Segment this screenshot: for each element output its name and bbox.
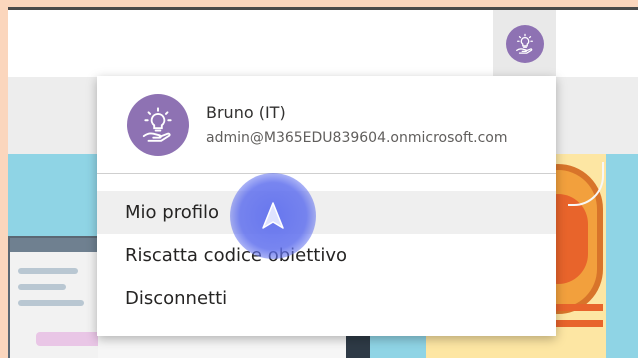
cursor-highlight	[230, 173, 316, 259]
user-avatar	[505, 24, 544, 63]
account-menu: Mio profilo Riscatta codice obiettivo Di…	[97, 191, 556, 320]
user-avatar-large	[127, 94, 189, 156]
account-dropdown: Bruno (IT) admin@M365EDU839604.onmicroso…	[97, 76, 556, 336]
account-manager-button[interactable]	[493, 10, 556, 77]
menu-item-my-profile[interactable]: Mio profilo	[97, 191, 556, 234]
account-display-name: Bruno (IT)	[206, 103, 286, 122]
menu-item-sign-out[interactable]: Disconnetti	[97, 277, 556, 320]
illustration-stripe	[553, 320, 603, 327]
top-header	[8, 10, 638, 77]
account-email: admin@M365EDU839604.onmicrosoft.com	[206, 130, 508, 146]
lightbulb-hand-icon	[515, 33, 533, 54]
window-frame	[0, 0, 638, 7]
lightbulb-hand-icon	[142, 107, 172, 142]
account-info: Bruno (IT) admin@M365EDU839604.onmicroso…	[97, 76, 556, 173]
menu-divider	[97, 173, 556, 174]
arrow-cursor-icon	[262, 202, 284, 229]
menu-item-redeem-goal-code[interactable]: Riscatta codice obiettivo	[97, 234, 556, 277]
illustration-stripe	[553, 304, 603, 311]
